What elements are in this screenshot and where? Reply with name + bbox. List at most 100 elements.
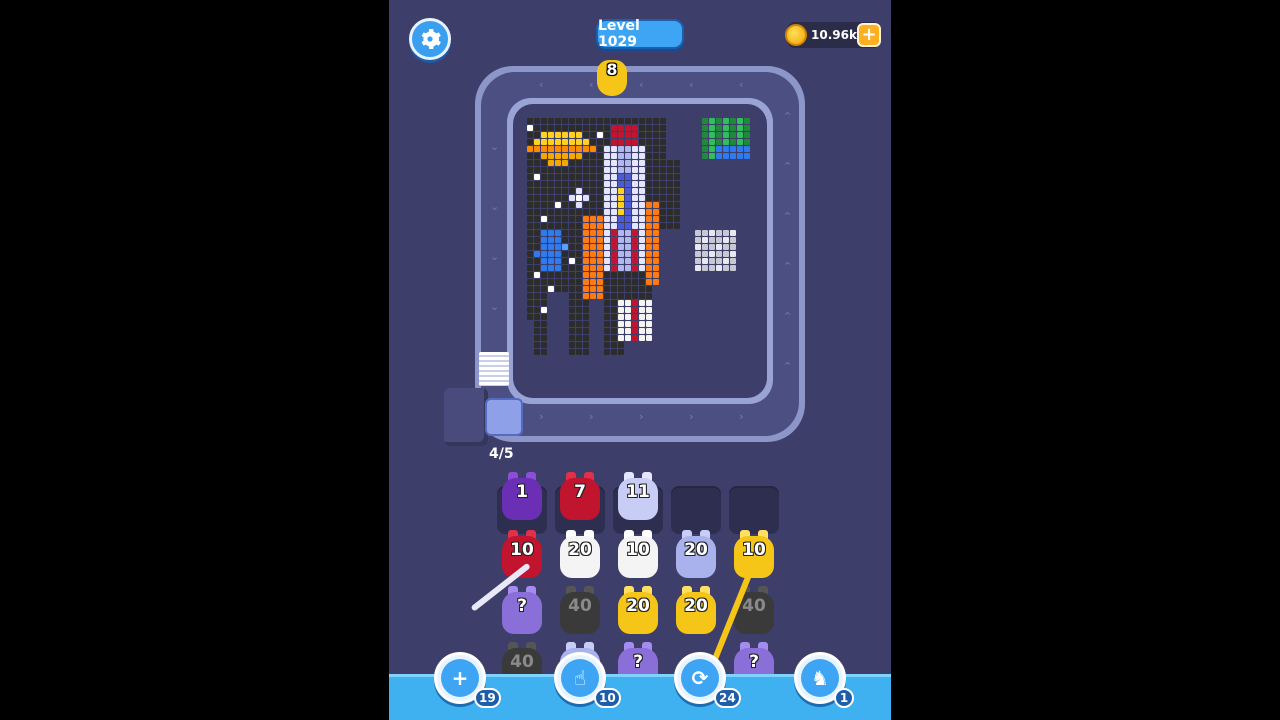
pixel-block	[632, 223, 638, 229]
pixel-block	[618, 349, 624, 355]
pixel-block	[569, 307, 575, 313]
pixel-block	[541, 230, 547, 236]
pixel-block	[660, 153, 666, 159]
pixel-block	[597, 293, 603, 299]
pixel-block	[611, 307, 617, 313]
pixel-block	[555, 188, 561, 194]
pixel-block	[632, 258, 638, 264]
pixel-block	[534, 174, 540, 180]
pixel-block	[583, 251, 589, 257]
pixel-block	[639, 167, 645, 173]
pixel-block	[541, 118, 547, 124]
pixel-block	[590, 237, 596, 243]
pixel-block	[583, 195, 589, 201]
pixel-block	[555, 195, 561, 201]
pixel-block	[611, 293, 617, 299]
pixel-block	[667, 188, 673, 194]
pig-count: 10	[742, 540, 766, 560]
pixel-block	[653, 209, 659, 215]
pixel-block	[555, 230, 561, 236]
pig-shooter[interactable]: 20	[674, 586, 718, 636]
pixel-block	[583, 223, 589, 229]
queue-slot[interactable]	[729, 486, 779, 534]
pixel-block	[576, 265, 582, 271]
pixel-block	[744, 153, 750, 159]
pig-shooter[interactable]: ?	[500, 586, 544, 636]
pixel-block	[611, 300, 617, 306]
pixel-block	[597, 174, 603, 180]
pixel-block	[562, 272, 568, 278]
pig-shooter[interactable]: 11	[616, 472, 660, 522]
pixel-block	[632, 237, 638, 243]
coin-icon	[785, 24, 807, 46]
pixel-block	[660, 174, 666, 180]
pixel-block	[548, 188, 554, 194]
pixel-block	[541, 314, 547, 320]
pixel-block	[576, 258, 582, 264]
pixel-block	[716, 125, 722, 131]
pixel-block	[569, 160, 575, 166]
conveyor-arrow-icon: ›	[589, 410, 594, 423]
coin-counter: 10.96k +	[785, 22, 881, 48]
pixel-block	[646, 328, 652, 334]
pig-shooter[interactable]: 10	[616, 530, 660, 580]
pixel-block	[702, 230, 708, 236]
pixel-block	[576, 230, 582, 236]
pixel-block	[534, 293, 540, 299]
pixel-block	[632, 202, 638, 208]
pixel-block	[730, 118, 736, 124]
pig-shooter[interactable]: 20	[616, 586, 660, 636]
pig-shooter[interactable]: 20	[674, 530, 718, 580]
queue-slot[interactable]	[671, 486, 721, 534]
pixel-block	[527, 286, 533, 292]
pig-shooter[interactable]: 7	[558, 472, 602, 522]
pixel-block	[618, 272, 624, 278]
pixel-block	[625, 181, 631, 187]
pig-shooter[interactable]: 40	[558, 586, 602, 636]
pixel-block	[583, 146, 589, 152]
pixel-block	[534, 314, 540, 320]
pixel-block	[541, 174, 547, 180]
pig-shooter[interactable]: 20	[558, 530, 602, 580]
pixel-block	[639, 118, 645, 124]
pixel-block	[611, 251, 617, 257]
pig-shooter[interactable]: 1	[500, 472, 544, 522]
pixel-block	[576, 202, 582, 208]
pixel-block	[646, 321, 652, 327]
pixel-block	[576, 321, 582, 327]
pixel-block	[716, 258, 722, 264]
pixel-block	[639, 160, 645, 166]
settings-button[interactable]	[409, 18, 451, 60]
pixel-block	[611, 195, 617, 201]
pixel-block	[639, 209, 645, 215]
pixel-block	[709, 132, 715, 138]
conveyor-capacity: 4/5	[489, 446, 514, 462]
pixel-block	[632, 216, 638, 222]
pixel-block	[674, 202, 680, 208]
pixel-block	[569, 195, 575, 201]
pixel-block	[632, 300, 638, 306]
pixel-block	[597, 188, 603, 194]
pixel-block	[646, 244, 652, 250]
pixel-block	[527, 230, 533, 236]
pixel-block	[534, 209, 540, 215]
pixel-block	[590, 153, 596, 159]
pixel-block	[527, 125, 533, 131]
pixel-block	[569, 328, 575, 334]
pixel-block	[730, 258, 736, 264]
pixel-block	[730, 265, 736, 271]
pixel-block	[618, 258, 624, 264]
pig-shooter[interactable]: 10	[732, 530, 776, 580]
pig-count: 40	[510, 652, 534, 672]
pixel-block	[562, 153, 568, 159]
pixel-block	[590, 216, 596, 222]
pixel-block	[597, 216, 603, 222]
pixel-block	[653, 153, 659, 159]
pixel-block	[555, 153, 561, 159]
pixel-block	[576, 314, 582, 320]
pixel-block	[548, 251, 554, 257]
pixel-block	[590, 146, 596, 152]
pixel-block	[646, 237, 652, 243]
pixel-block	[583, 279, 589, 285]
add-coins-button[interactable]: +	[857, 23, 881, 47]
